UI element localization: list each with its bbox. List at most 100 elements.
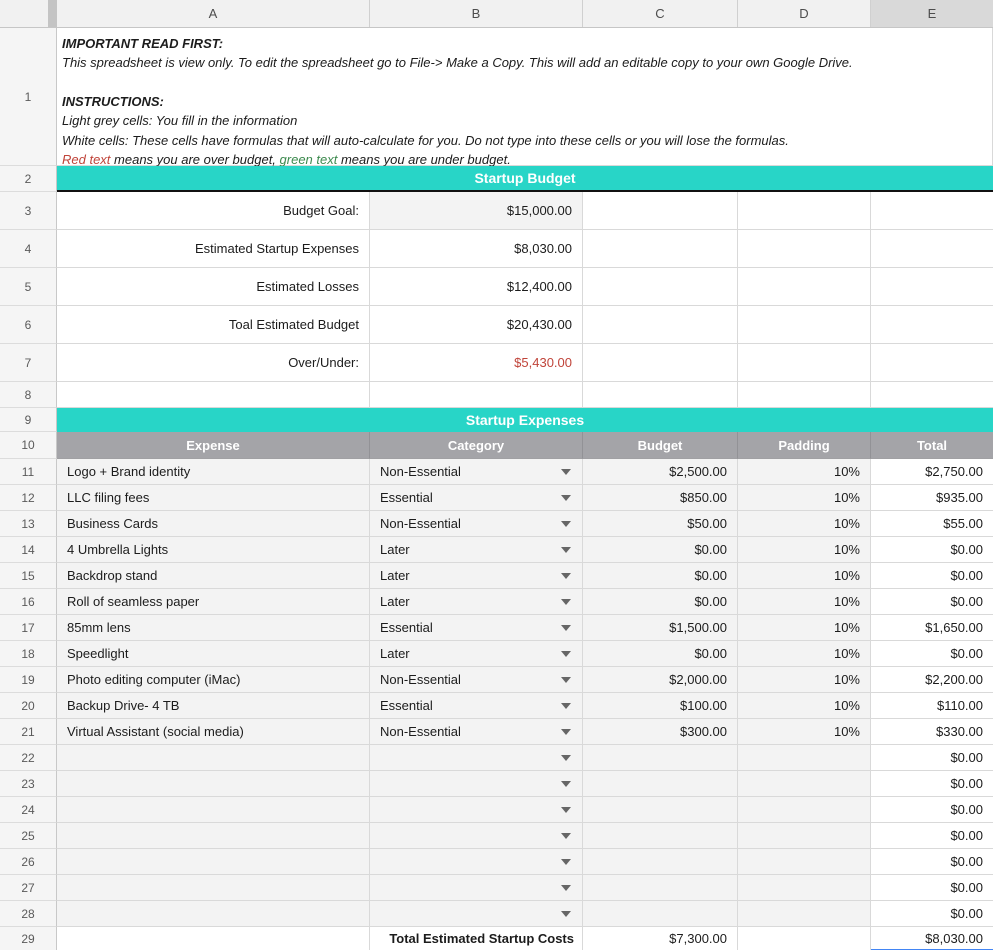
- budget-amount-cell[interactable]: [583, 823, 738, 849]
- budget-amount-cell[interactable]: $2,000.00: [583, 667, 738, 693]
- budget-label-cell[interactable]: Toal Estimated Budget: [57, 306, 370, 344]
- category-dropdown-cell[interactable]: Essential: [370, 693, 583, 719]
- empty-cell[interactable]: [738, 192, 871, 230]
- padding-percent-cell[interactable]: 10%: [738, 641, 871, 667]
- column-header-a[interactable]: A: [57, 0, 370, 27]
- padding-percent-cell[interactable]: [738, 797, 871, 823]
- budget-amount-cell[interactable]: $850.00: [583, 485, 738, 511]
- row-header[interactable]: 4: [0, 230, 57, 268]
- empty-cell[interactable]: [738, 344, 871, 382]
- empty-cell[interactable]: [871, 344, 993, 382]
- padding-percent-cell[interactable]: 10%: [738, 511, 871, 537]
- total-amount-cell[interactable]: $0.00: [871, 823, 993, 849]
- row-header-29[interactable]: 29: [0, 927, 57, 950]
- budget-amount-cell[interactable]: $2,500.00: [583, 459, 738, 485]
- row-header[interactable]: 3: [0, 192, 57, 230]
- row-header[interactable]: 21: [0, 719, 57, 745]
- expense-name-cell[interactable]: 4 Umbrella Lights: [57, 537, 370, 563]
- padding-percent-cell[interactable]: [738, 875, 871, 901]
- dropdown-arrow-icon[interactable]: [561, 651, 571, 657]
- expense-name-cell[interactable]: Photo editing computer (iMac): [57, 667, 370, 693]
- empty-cell[interactable]: [583, 268, 738, 306]
- dropdown-arrow-icon[interactable]: [561, 469, 571, 475]
- budget-amount-cell[interactable]: $50.00: [583, 511, 738, 537]
- dropdown-arrow-icon[interactable]: [561, 755, 571, 761]
- category-dropdown-cell[interactable]: Later: [370, 537, 583, 563]
- row-header-9[interactable]: 9: [0, 408, 57, 432]
- row-header[interactable]: 22: [0, 745, 57, 771]
- budget-amount-cell[interactable]: [583, 901, 738, 927]
- expense-name-cell[interactable]: Virtual Assistant (social media): [57, 719, 370, 745]
- budget-amount-cell[interactable]: $0.00: [583, 589, 738, 615]
- expenses-section-title[interactable]: Startup Expenses: [57, 408, 993, 432]
- expense-name-cell[interactable]: Backdrop stand: [57, 563, 370, 589]
- dropdown-arrow-icon[interactable]: [561, 677, 571, 683]
- total-amount-cell[interactable]: $0.00: [871, 771, 993, 797]
- category-dropdown-cell[interactable]: [370, 875, 583, 901]
- row-header[interactable]: 19: [0, 667, 57, 693]
- dropdown-arrow-icon[interactable]: [561, 885, 571, 891]
- category-dropdown-cell[interactable]: [370, 771, 583, 797]
- empty-cell[interactable]: [871, 306, 993, 344]
- budget-amount-cell[interactable]: [583, 745, 738, 771]
- row-header[interactable]: 20: [0, 693, 57, 719]
- budget-value-cell[interactable]: $20,430.00: [370, 306, 583, 344]
- empty-cell[interactable]: [738, 927, 871, 950]
- budget-value-cell[interactable]: $5,430.00: [370, 344, 583, 382]
- empty-cell[interactable]: [738, 268, 871, 306]
- expense-name-cell[interactable]: Logo + Brand identity: [57, 459, 370, 485]
- total-amount-cell[interactable]: $0.00: [871, 849, 993, 875]
- row-header[interactable]: 28: [0, 901, 57, 927]
- budget-amount-cell[interactable]: [583, 797, 738, 823]
- row-header[interactable]: 11: [0, 459, 57, 485]
- notes-cell[interactable]: IMPORTANT READ FIRST: This spreadsheet i…: [57, 28, 993, 166]
- empty-cell[interactable]: [871, 382, 993, 408]
- budget-section-title[interactable]: Startup Budget: [57, 166, 993, 192]
- row-header[interactable]: 18: [0, 641, 57, 667]
- row-header[interactable]: 12: [0, 485, 57, 511]
- budget-amount-cell[interactable]: $0.00: [583, 563, 738, 589]
- budget-label-cell[interactable]: Over/Under:: [57, 344, 370, 382]
- row-header[interactable]: 16: [0, 589, 57, 615]
- dropdown-arrow-icon[interactable]: [561, 729, 571, 735]
- row-header[interactable]: 5: [0, 268, 57, 306]
- budget-value-cell[interactable]: $12,400.00: [370, 268, 583, 306]
- total-amount-cell[interactable]: $0.00: [871, 875, 993, 901]
- select-all-corner[interactable]: [0, 0, 48, 27]
- empty-cell[interactable]: [738, 382, 871, 408]
- header-budget[interactable]: Budget: [583, 432, 738, 459]
- empty-cell[interactable]: [583, 382, 738, 408]
- padding-percent-cell[interactable]: 10%: [738, 485, 871, 511]
- category-dropdown-cell[interactable]: Non-Essential: [370, 511, 583, 537]
- padding-percent-cell[interactable]: [738, 745, 871, 771]
- expense-name-cell[interactable]: Backup Drive- 4 TB: [57, 693, 370, 719]
- category-dropdown-cell[interactable]: Non-Essential: [370, 459, 583, 485]
- category-dropdown-cell[interactable]: Later: [370, 589, 583, 615]
- budget-label-cell[interactable]: Estimated Startup Expenses: [57, 230, 370, 268]
- empty-cell[interactable]: [583, 192, 738, 230]
- row-header-1[interactable]: 1: [0, 28, 57, 166]
- dropdown-arrow-icon[interactable]: [561, 599, 571, 605]
- dropdown-arrow-icon[interactable]: [561, 781, 571, 787]
- row-header[interactable]: 15: [0, 563, 57, 589]
- header-expense[interactable]: Expense: [57, 432, 370, 459]
- empty-cell[interactable]: [738, 306, 871, 344]
- column-header-b[interactable]: B: [370, 0, 583, 27]
- row-header-10[interactable]: 10: [0, 432, 57, 459]
- expense-name-cell[interactable]: [57, 745, 370, 771]
- category-dropdown-cell[interactable]: Non-Essential: [370, 719, 583, 745]
- budget-value-cell[interactable]: $15,000.00: [370, 192, 583, 230]
- padding-percent-cell[interactable]: [738, 849, 871, 875]
- header-padding[interactable]: Padding: [738, 432, 871, 459]
- dropdown-arrow-icon[interactable]: [561, 495, 571, 501]
- grand-total-cell[interactable]: $8,030.00: [871, 927, 993, 950]
- budget-label-cell[interactable]: Estimated Losses: [57, 268, 370, 306]
- budget-amount-cell[interactable]: $300.00: [583, 719, 738, 745]
- budget-amount-cell[interactable]: $100.00: [583, 693, 738, 719]
- total-amount-cell[interactable]: $1,650.00: [871, 615, 993, 641]
- dropdown-arrow-icon[interactable]: [561, 833, 571, 839]
- total-costs-label-cell[interactable]: Total Estimated Startup Costs: [370, 927, 583, 950]
- budget-amount-cell[interactable]: $0.00: [583, 641, 738, 667]
- header-category[interactable]: Category: [370, 432, 583, 459]
- padding-percent-cell[interactable]: 10%: [738, 537, 871, 563]
